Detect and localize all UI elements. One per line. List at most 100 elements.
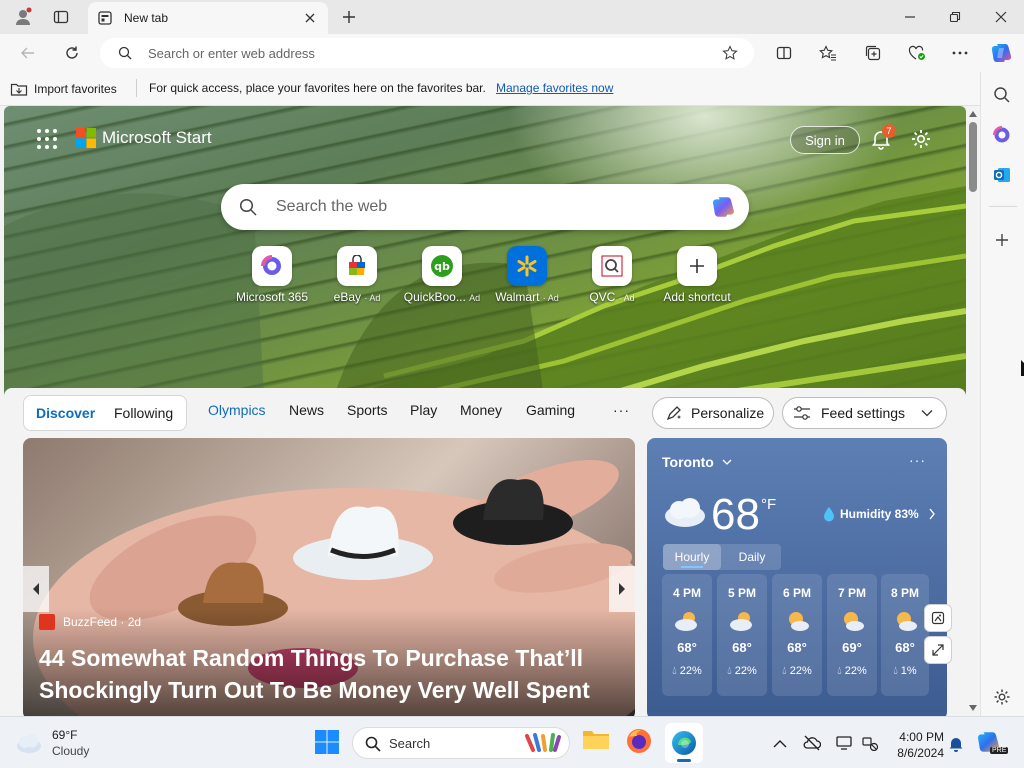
more-tabs-button[interactable]: ··· bbox=[613, 402, 630, 418]
file-explorer-button[interactable] bbox=[582, 727, 612, 757]
collections-button[interactable] bbox=[859, 41, 887, 65]
minimize-button[interactable] bbox=[896, 5, 924, 29]
tab-news[interactable]: News bbox=[289, 402, 324, 418]
hourly-forecast-item[interactable]: 7 PM 69° 💧︎ 22% bbox=[827, 574, 877, 696]
scrollbar-thumb[interactable] bbox=[969, 122, 977, 192]
settings-and-more-button[interactable] bbox=[946, 41, 974, 65]
split-screen-button[interactable] bbox=[770, 41, 798, 65]
display-icon[interactable] bbox=[836, 735, 852, 751]
microsoft-start-logo[interactable]: Microsoft Start bbox=[76, 128, 212, 148]
taskbar-weather-widget[interactable]: 69°F Cloudy bbox=[14, 727, 89, 759]
feedback-icon bbox=[931, 611, 945, 625]
shortcut-microsoft-365[interactable]: Microsoft 365 bbox=[227, 246, 317, 306]
chevron-right-icon bbox=[619, 583, 625, 595]
hourly-forecast-item[interactable]: 6 PM 68° 💧︎ 22% bbox=[772, 574, 822, 696]
add-favorite-star-icon[interactable] bbox=[722, 45, 738, 61]
ebay-bag-icon bbox=[349, 255, 365, 275]
network-icon[interactable] bbox=[861, 735, 879, 751]
taskbar-date: 8/6/2024 bbox=[897, 746, 944, 760]
add-shortcut-button[interactable]: Add shortcut bbox=[652, 246, 742, 306]
copilot-button[interactable] bbox=[988, 40, 1016, 66]
microsoft-365-icon[interactable] bbox=[993, 126, 1011, 144]
feed-settings-button[interactable]: Feed settings bbox=[782, 397, 947, 429]
tab-gaming[interactable]: Gaming bbox=[526, 402, 575, 418]
hourly-forecast-item[interactable]: 5 PM 68° 💧︎ 22% bbox=[717, 574, 767, 696]
close-window-button[interactable] bbox=[987, 5, 1015, 29]
favorites-button[interactable] bbox=[814, 41, 842, 65]
tab-actions-button[interactable] bbox=[48, 5, 74, 29]
divider bbox=[989, 206, 1017, 207]
chevron-down-icon bbox=[722, 459, 732, 465]
hourly-forecast-item[interactable]: 8 PM 68° 💧︎ 1% bbox=[881, 574, 929, 696]
page-settings-button[interactable] bbox=[910, 128, 934, 152]
humidity-link[interactable]: Humidity 83% bbox=[823, 506, 936, 522]
plus-icon[interactable] bbox=[994, 232, 1010, 248]
search-icon bbox=[365, 736, 381, 752]
import-favorites-label: Import favorites bbox=[34, 82, 117, 96]
tab-olympics[interactable]: Olympics bbox=[208, 402, 266, 418]
profile-button[interactable] bbox=[10, 5, 36, 29]
ad-label: · Ad bbox=[542, 293, 559, 303]
article-card[interactable]: BuzzFeed · 2d 44 Somewhat Random Things … bbox=[23, 438, 635, 716]
headline-line: 44 Somewhat Random Things To Purchase Th… bbox=[39, 645, 583, 671]
address-bar[interactable]: Search or enter web address bbox=[100, 38, 754, 68]
tab-following[interactable]: Following bbox=[114, 405, 173, 421]
favorites-star-icon bbox=[819, 45, 836, 61]
folder-icon bbox=[583, 731, 609, 749]
taskbar-search-box[interactable]: Search bbox=[352, 727, 570, 759]
firefox-button[interactable] bbox=[625, 727, 655, 757]
edge-taskbar-button[interactable] bbox=[665, 723, 703, 763]
forecast-precip: 💧︎ 1% bbox=[881, 665, 929, 678]
scroll-up-arrow-icon[interactable] bbox=[968, 110, 978, 118]
discover-following-switch: Discover Following bbox=[23, 395, 187, 431]
start-button[interactable] bbox=[314, 729, 340, 755]
web-search-placeholder: Search the web bbox=[276, 198, 388, 215]
article-headline[interactable]: 44 Somewhat Random Things To Purchase Th… bbox=[39, 642, 629, 706]
expand-button[interactable] bbox=[924, 636, 952, 664]
page-scrollbar[interactable] bbox=[966, 106, 980, 716]
taskbar-clock[interactable]: 4:00 PM 8/6/2024 bbox=[888, 729, 944, 761]
tab-money[interactable]: Money bbox=[460, 402, 502, 418]
tab-play[interactable]: Play bbox=[410, 402, 437, 418]
outlook-icon[interactable] bbox=[993, 166, 1011, 184]
carousel-next-button[interactable] bbox=[609, 566, 635, 612]
notifications-button[interactable]: 7 bbox=[870, 124, 896, 152]
back-button[interactable] bbox=[14, 41, 42, 65]
manage-favorites-link[interactable]: Manage favorites now bbox=[496, 81, 613, 95]
scroll-down-arrow-icon[interactable] bbox=[968, 704, 978, 712]
sign-in-button[interactable]: Sign in bbox=[790, 126, 860, 154]
restore-button[interactable] bbox=[941, 5, 969, 29]
close-tab-icon[interactable] bbox=[304, 12, 316, 24]
chevron-up-icon[interactable] bbox=[773, 739, 787, 748]
tab-new-tab[interactable]: New tab bbox=[88, 2, 328, 34]
refresh-button[interactable] bbox=[58, 41, 86, 65]
tab-sports[interactable]: Sports bbox=[347, 402, 387, 418]
web-search-box[interactable]: Search the web bbox=[221, 184, 749, 230]
location-selector[interactable]: Toronto bbox=[662, 454, 732, 470]
hourly-forecast-item[interactable]: 4 PM 68° 💧︎ 22% bbox=[662, 574, 712, 696]
divider bbox=[136, 79, 137, 97]
tab-daily[interactable]: Daily bbox=[723, 544, 781, 570]
partly-cloudy-icon bbox=[730, 612, 752, 631]
browser-essentials-button[interactable] bbox=[903, 41, 931, 65]
carousel-prev-button[interactable] bbox=[23, 566, 49, 612]
import-favorites-button[interactable]: Import favorites bbox=[10, 79, 117, 99]
tab-discover[interactable]: Discover bbox=[36, 405, 95, 421]
shortcut-quickbooks[interactable]: qb QuickBoo... Ad bbox=[397, 246, 487, 306]
favorites-bar-message: For quick access, place your favorites h… bbox=[149, 81, 486, 95]
search-icon[interactable] bbox=[993, 86, 1011, 104]
feedback-button[interactable] bbox=[924, 604, 952, 632]
cloud-offline-icon[interactable] bbox=[803, 735, 821, 751]
copilot-icon[interactable] bbox=[709, 194, 739, 220]
personalize-button[interactable]: Personalize bbox=[652, 397, 774, 429]
shortcut-walmart[interactable]: Walmart · Ad bbox=[482, 246, 572, 306]
shortcut-qvc[interactable]: QVC · Ad bbox=[567, 246, 657, 306]
app-launcher-button[interactable] bbox=[36, 128, 58, 150]
refresh-icon bbox=[66, 46, 78, 59]
shortcut-ebay[interactable]: eBay · Ad bbox=[312, 246, 402, 306]
new-tab-button[interactable] bbox=[336, 5, 362, 29]
weather-more-button[interactable]: ··· bbox=[909, 452, 926, 468]
bell-icon[interactable] bbox=[948, 736, 964, 752]
copilot-taskbar-button[interactable]: PRE bbox=[976, 729, 1009, 757]
sidebar-settings-gear-icon[interactable] bbox=[993, 688, 1011, 706]
